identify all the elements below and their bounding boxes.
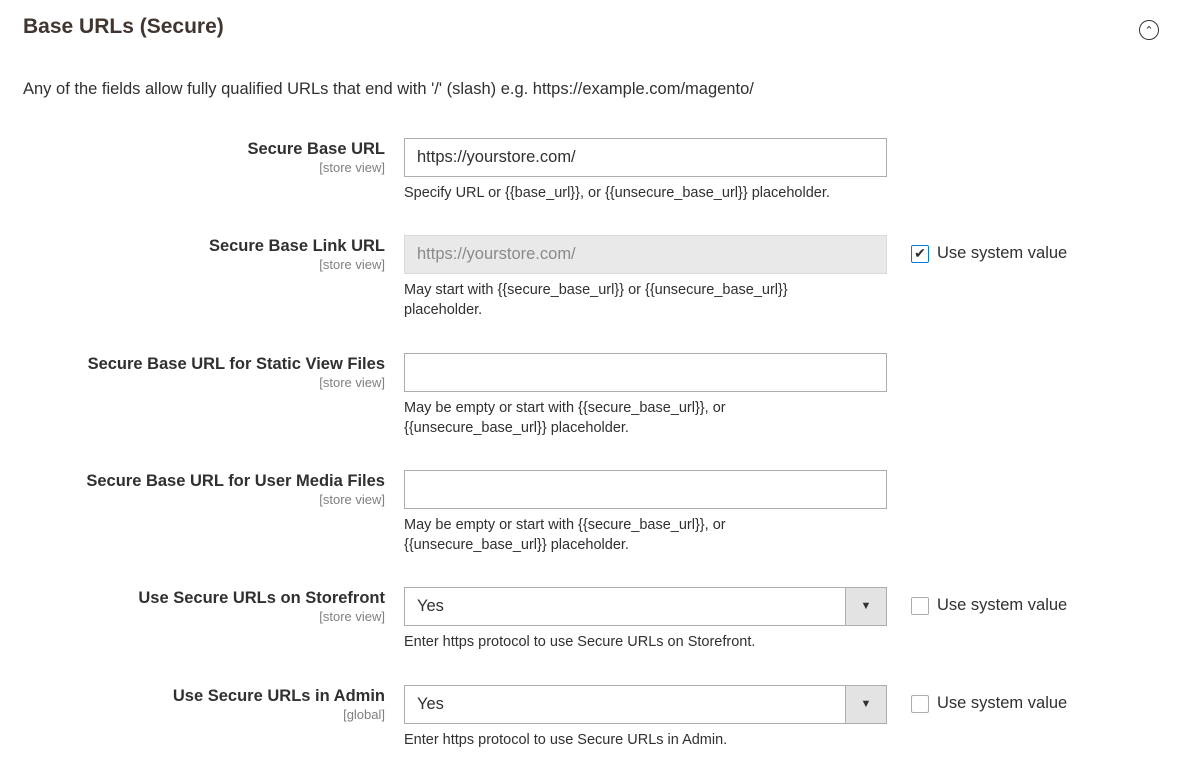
field-note: May start with {{secure_base_url}} or {{… xyxy=(404,282,788,318)
secure-storefront-select[interactable]: Yes ▼ xyxy=(404,587,887,626)
chevron-up-icon: ⌃ xyxy=(1144,24,1154,37)
section-title: Base URLs (Secure) xyxy=(23,15,224,38)
field-scope: [store view] xyxy=(319,609,385,624)
use-system-value-checkbox[interactable]: ✔ Use system value xyxy=(911,244,1067,263)
use-system-value-label: Use system value xyxy=(937,596,1068,614)
field-label: Use Secure URLs in Admin xyxy=(172,687,385,705)
field-label: Secure Base URL for User Media Files xyxy=(86,472,385,490)
dropdown-arrow-icon[interactable]: ▼ xyxy=(845,588,886,625)
selected-value: Yes xyxy=(417,597,444,615)
field-scope: [store view] xyxy=(319,257,385,272)
section-intro: Any of the fields allow fully qualified … xyxy=(23,80,754,98)
field-label: Use Secure URLs on Storefront xyxy=(138,589,385,607)
selected-value: Yes xyxy=(417,695,444,713)
field-note: Specify URL or {{base_url}}, or {{unsecu… xyxy=(404,185,830,201)
field-scope: [store view] xyxy=(319,375,385,390)
use-system-value-checkbox[interactable]: Use system value xyxy=(911,694,1067,713)
use-system-value-label: Use system value xyxy=(937,244,1068,262)
checkmark-icon: ✔ xyxy=(911,244,929,263)
checkbox-icon xyxy=(911,694,929,713)
secure-base-link-url-input[interactable]: https://yourstore.com/ xyxy=(404,235,887,274)
checkbox-icon xyxy=(911,596,929,615)
static-view-files-url-input[interactable] xyxy=(404,353,887,392)
field-scope: [store view] xyxy=(319,160,385,175)
field-scope: [store view] xyxy=(319,492,385,507)
field-note: Enter https protocol to use Secure URLs … xyxy=(404,634,756,650)
user-media-files-url-input[interactable] xyxy=(404,470,887,509)
dropdown-arrow-icon[interactable]: ▼ xyxy=(845,686,886,723)
secure-admin-select[interactable]: Yes ▼ xyxy=(404,685,887,724)
collapse-section-button[interactable]: ⌃ xyxy=(1139,20,1159,40)
secure-base-url-input[interactable]: https://yourstore.com/ xyxy=(404,138,887,177)
field-label: Secure Base URL for Static View Files xyxy=(87,355,385,373)
field-note: May be empty or start with {{secure_base… xyxy=(404,517,726,553)
field-label: Secure Base Link URL xyxy=(208,237,385,255)
field-note: Enter https protocol to use Secure URLs … xyxy=(404,732,728,748)
field-label: Secure Base URL xyxy=(247,140,385,158)
use-system-value-label: Use system value xyxy=(937,694,1068,712)
field-scope: [global] xyxy=(343,707,385,722)
field-note: May be empty or start with {{secure_base… xyxy=(404,400,726,436)
use-system-value-checkbox[interactable]: Use system value xyxy=(911,596,1067,615)
